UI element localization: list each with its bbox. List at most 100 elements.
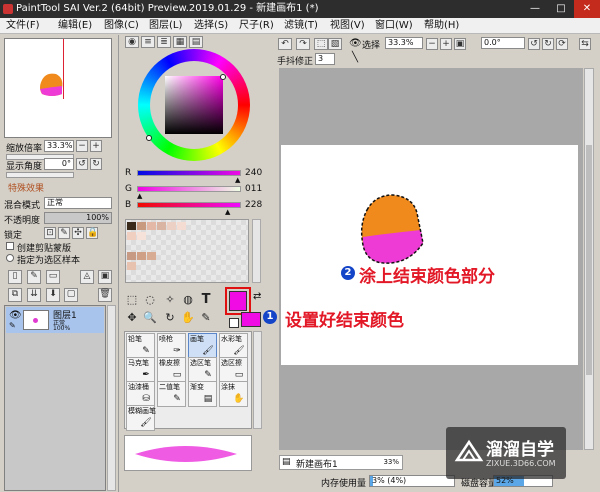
swatch[interactable] [167,222,176,230]
close-button[interactable]: ✕ [574,0,600,18]
magic-wand-icon[interactable]: ✧ [163,293,177,307]
new-folder-icon[interactable]: ▭ [46,270,60,284]
swatch[interactable] [137,252,146,260]
sv-picker-handle[interactable] [220,74,226,80]
g-slider[interactable] [137,186,241,192]
brush-bucket[interactable]: 油漆桶 ⛁ [126,381,155,407]
ruler-line-icon[interactable]: ╲ [352,52,358,63]
invert-select-icon[interactable]: ▧ [328,38,342,50]
lock-transparency-icon[interactable]: ⊡ [44,227,56,239]
navigator-preview[interactable] [4,38,112,138]
hsv-slider-mode-icon[interactable]: ≣ [157,36,171,48]
brush-select-pen[interactable]: 选区笔 ✎ [188,357,217,383]
brush-blur[interactable]: 模糊画笔 🖌 [126,405,156,431]
canvas-viewport[interactable] [279,68,583,450]
brush-smudge[interactable]: 涂抹 ✋ [219,381,248,407]
menu-help[interactable]: 帮助(H) [424,18,459,34]
sample-radio[interactable] [6,254,14,262]
layer-mask-icon[interactable]: ◬ [80,270,94,284]
scrollbar-thumb[interactable] [586,145,592,375]
zoom-icon[interactable]: 🔍 [143,311,157,325]
menu-window[interactable]: 窗口(W) [375,18,413,34]
hand-icon[interactable]: ✋ [181,311,195,325]
swatch[interactable] [137,232,146,240]
brush-watercolor[interactable]: 水彩笔 🖌 [219,333,248,359]
move-icon[interactable]: ✥ [125,311,139,325]
g-slider-thumb[interactable]: ▲ [137,192,142,200]
add-mask-icon[interactable]: ▣ [98,270,112,284]
menu-edit[interactable]: 编辑(E) [58,18,92,34]
canvas-angle-select[interactable]: 0.0° [481,37,525,49]
lock-paint-icon[interactable]: ✎ [58,227,70,239]
copy-layer-icon[interactable]: ⧉ [8,288,22,302]
swatch[interactable] [177,222,186,230]
swatch[interactable] [127,262,136,270]
canvas-vertical-scrollbar[interactable] [584,68,594,450]
lock-all-icon[interactable]: 🔒 [86,227,98,239]
canvas-fit-icon[interactable]: ▣ [454,38,466,50]
swatch[interactable] [127,252,136,260]
brush-eraser[interactable]: 橡皮擦 ▭ [157,357,186,383]
canvas-zoom-out-icon[interactable]: − [426,38,438,50]
menu-select[interactable]: 选择(S) [194,18,228,34]
swap-colors-icon[interactable]: ⇄ [253,291,261,302]
rotate-left-button[interactable]: ↺ [76,158,88,170]
minimize-button[interactable]: — [522,0,548,18]
new-layer-icon[interactable]: ▯ [8,270,22,284]
zoom-out-button[interactable]: − [76,140,88,152]
swatch[interactable] [147,252,156,260]
brush-binary-pen[interactable]: 二值笔 ✎ [157,381,186,407]
saturation-value-square[interactable] [165,76,223,134]
rgb-slider-mode-icon[interactable]: ≡ [141,36,155,48]
brush-scrollbar[interactable] [253,331,262,429]
canvas-flip-icon[interactable]: ⇆ [579,38,591,50]
swatch-mode-icon[interactable]: ▦ [173,36,187,48]
canvas-rotate-left-icon[interactable]: ↺ [528,38,540,50]
shape-icon[interactable]: ◍ [181,293,195,307]
clear-layer-icon[interactable]: ▢ [64,288,78,302]
merge-down-icon[interactable]: ⬇ [46,288,60,302]
angle-value[interactable]: 0° [44,158,74,170]
undo-icon[interactable]: ↶ [278,38,292,50]
opacity-slider[interactable]: 100% [44,212,112,224]
blend-mode-select[interactable]: 正常 [44,197,112,209]
eyedropper-icon[interactable]: ✎ [199,311,213,325]
layer-scrollbar[interactable] [107,305,116,491]
menu-ruler[interactable]: 尺子(R) [239,18,274,34]
r-slider[interactable] [137,170,241,176]
color-wheel-mode-icon[interactable]: ◉ [125,36,139,48]
rotate-right-button[interactable]: ↻ [90,158,102,170]
swatch[interactable] [157,222,166,230]
swatch[interactable] [127,222,136,230]
swatch[interactable] [137,222,146,230]
hue-ring[interactable] [138,49,250,161]
stabilizer-select[interactable]: 3 [315,53,335,65]
g-value[interactable]: 011 [245,184,262,194]
rect-select-icon[interactable]: ⬚ [125,293,139,307]
brush-select-eraser[interactable]: 选区擦 ▭ [219,357,248,383]
zoom-value[interactable]: 33.3% [44,140,74,152]
visibility-eye-icon[interactable]: 👁 [9,310,22,321]
brush-marker[interactable]: 马克笔 ✒ [126,357,155,383]
rotate-icon[interactable]: ↻ [163,311,177,325]
new-pen-layer-icon[interactable]: ✎ [27,270,41,284]
brush-brush[interactable]: 画笔 🖌 [188,333,217,359]
canvas-zoom-in-icon[interactable]: + [440,38,452,50]
canvas-zoom-select[interactable]: 33.3% [385,37,423,49]
canvas-document[interactable] [281,145,578,365]
b-value[interactable]: 228 [245,200,262,210]
brush-pencil[interactable]: 铅笔 ✎ [126,333,155,359]
canvas-rotate-right-icon[interactable]: ↻ [542,38,554,50]
text-tool-icon[interactable]: T [199,293,213,307]
b-slider-thumb[interactable]: ▲ [225,208,230,216]
maximize-button[interactable]: □ [548,0,574,18]
menu-filter[interactable]: 滤镜(T) [284,18,318,34]
zoom-in-button[interactable]: + [90,140,102,152]
swatch[interactable] [147,222,156,230]
layer-row[interactable]: 👁 ✎ 图层1 正常 100% [6,307,104,333]
scratchpad-mode-icon[interactable]: ▤ [189,36,203,48]
brush-airbrush[interactable]: 喷枪 ✑ [157,333,186,359]
lasso-icon[interactable]: ◌ [143,293,157,307]
primary-color-chip[interactable] [229,291,247,311]
canvas-reset-rotation-icon[interactable]: ⟳ [556,38,568,50]
